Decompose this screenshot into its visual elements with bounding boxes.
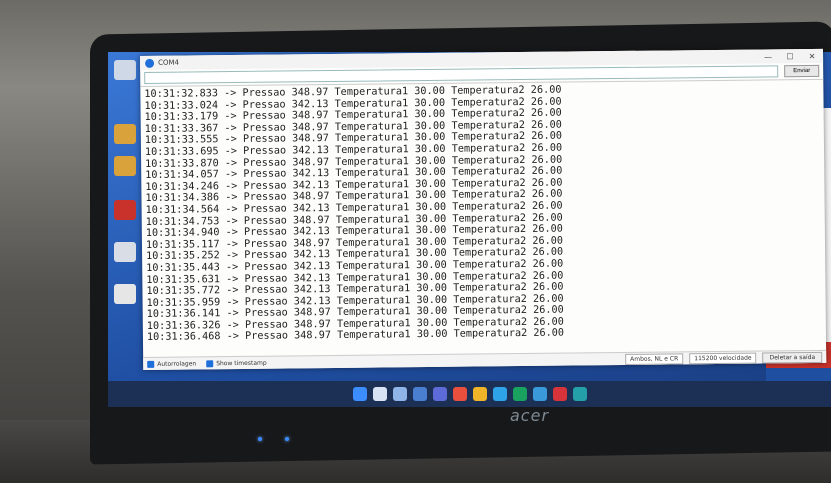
browser-icon[interactable]: [452, 387, 467, 401]
app-icon[interactable]: [512, 387, 527, 401]
store-icon[interactable]: [492, 387, 507, 401]
timestamp-label: Show timestamp: [216, 359, 267, 367]
search-icon[interactable]: [372, 387, 387, 401]
clear-output-button[interactable]: Deletar a saída: [762, 351, 823, 363]
taskbar: [108, 381, 831, 407]
arduino-icon[interactable]: [572, 387, 587, 401]
arduino-logo-icon: [145, 58, 155, 68]
app-icon[interactable]: [552, 387, 567, 401]
task-view-icon[interactable]: [392, 387, 407, 401]
status-led: [258, 437, 262, 441]
laptop-brand-logo: acer: [510, 406, 550, 425]
file-explorer-icon[interactable]: [472, 387, 487, 401]
close-button[interactable]: ✕: [801, 51, 823, 60]
app-icon[interactable]: [114, 242, 136, 262]
app-icon[interactable]: [114, 284, 136, 304]
app-icon[interactable]: [114, 200, 136, 220]
windows-start-icon[interactable]: [352, 387, 367, 401]
folder-icon[interactable]: [114, 124, 136, 144]
line-ending-select[interactable]: Ambos, NL e CR: [625, 352, 684, 365]
send-button[interactable]: Enviar: [784, 64, 820, 78]
timestamp-checkbox[interactable]: [206, 359, 214, 367]
autoscroll-label: Autorrolagen: [157, 359, 197, 368]
folder-icon[interactable]: [114, 156, 136, 176]
serial-output[interactable]: 10:31:32.833 -> Pressao 348.97 Temperatu…: [144, 82, 820, 356]
chat-icon[interactable]: [432, 387, 447, 401]
status-led: [285, 437, 289, 441]
baud-rate-select[interactable]: 115200 velocidade: [689, 352, 757, 364]
serial-monitor-window: COM4 — ☐ ✕ Enviar 10:31:32.833 -> Pressa…: [140, 48, 827, 370]
minimize-button[interactable]: —: [757, 52, 779, 61]
app-icon[interactable]: [532, 387, 547, 401]
autoscroll-checkbox[interactable]: [147, 360, 155, 368]
desktop-icon[interactable]: [114, 60, 136, 80]
window-title: COM4: [158, 58, 180, 67]
maximize-button[interactable]: ☐: [779, 52, 801, 61]
send-input[interactable]: [144, 65, 779, 84]
widgets-icon[interactable]: [412, 387, 427, 401]
